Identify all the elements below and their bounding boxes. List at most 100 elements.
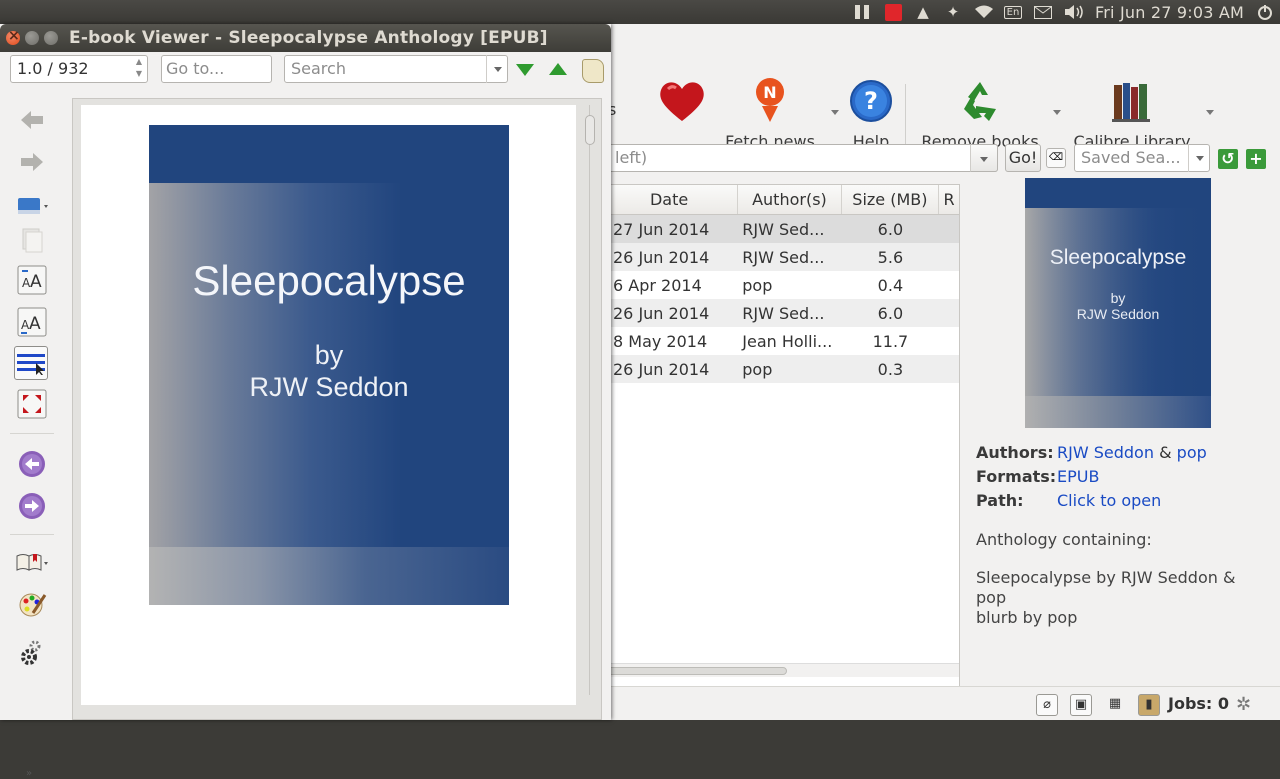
- reference-mode-icon[interactable]: [582, 59, 604, 83]
- author-link[interactable]: pop: [1177, 443, 1207, 462]
- forward-arrow-icon[interactable]: [14, 144, 50, 180]
- author-link[interactable]: RJW Seddon: [1057, 443, 1154, 462]
- book-cover-image: Sleepocalypse by RJW Seddon: [149, 125, 509, 605]
- saved-searches-dropdown[interactable]: [1188, 144, 1210, 172]
- copy-icon[interactable]: [14, 222, 50, 258]
- cell-author: RJW Sed...: [742, 303, 825, 323]
- cell-date: 26 Jun 2014: [613, 303, 710, 323]
- system-top-panel: ▲ ✦ En Fri Jun 27 9:03 AM: [0, 0, 1280, 24]
- gear-icon[interactable]: [14, 636, 50, 672]
- table-row[interactable]: 26 Jun 2014 RJW Sed... 5.6: [601, 243, 959, 271]
- cover-title: Sleepocalypse: [1049, 246, 1187, 269]
- viewer-window-title: E-book Viewer - Sleepocalypse Anthology …: [69, 28, 548, 48]
- cell-size: 6.0: [877, 219, 904, 239]
- table-row[interactable]: 8 May 2014 Jean Holli... 11.7: [601, 327, 959, 355]
- previous-page-icon[interactable]: [14, 446, 50, 482]
- cover-gradient-bottom: [1025, 396, 1211, 428]
- keyboard-layout-indicator[interactable]: En: [1003, 3, 1023, 21]
- spinbox-arrows[interactable]: ▲ ▼: [132, 56, 146, 82]
- viewer-toolbar: 1.0 / 932 ▲ ▼ Go to... Search: [0, 52, 611, 88]
- ebook-viewer-window: E-book Viewer - Sleepocalypse Anthology …: [0, 24, 611, 779]
- path-open-link[interactable]: Click to open: [1057, 491, 1161, 510]
- close-window-button[interactable]: [6, 28, 20, 45]
- mail-icon[interactable]: [1033, 3, 1053, 21]
- recycle-icon: [918, 76, 1042, 126]
- dropbox-icon[interactable]: ✦: [944, 3, 962, 21]
- search-history-dropdown[interactable]: [970, 144, 998, 172]
- cover-by: by: [1110, 290, 1126, 306]
- fetch-news-button[interactable]: N Fetch news: [718, 76, 822, 151]
- cover-gradient-bottom: [149, 547, 509, 605]
- column-header-date[interactable]: Date: [601, 185, 739, 214]
- cell-author: pop: [742, 275, 773, 295]
- table-horizontal-scrollbar[interactable]: [601, 663, 959, 677]
- chevron-down-icon: [494, 67, 502, 72]
- library-search-input[interactable]: left): [608, 144, 998, 172]
- wifi-icon[interactable]: [974, 3, 994, 21]
- book-page-view[interactable]: Sleepocalypse by RJW Seddon: [72, 98, 602, 720]
- column-header-size[interactable]: Size (MB): [842, 185, 940, 214]
- table-row[interactable]: 27 Jun 2014 RJW Sed... 6.0: [601, 215, 959, 243]
- heart-icon: [654, 76, 710, 126]
- page-position-spinbox[interactable]: 1.0 / 932: [10, 55, 148, 83]
- column-header-rating[interactable]: R: [939, 185, 959, 214]
- find-next-icon[interactable]: [516, 64, 534, 76]
- calibre-library-dropdown-arrow[interactable]: [1206, 110, 1214, 115]
- save-search-icon[interactable]: +: [1246, 149, 1266, 169]
- column-header-authors[interactable]: Author(s): [738, 185, 842, 214]
- font-size-larger-icon[interactable]: AA: [14, 262, 50, 298]
- cell-date: 26 Jun 2014: [613, 247, 710, 267]
- font-size-smaller-icon[interactable]: AA: [14, 304, 50, 340]
- pause-icon[interactable]: [852, 3, 872, 21]
- power-icon[interactable]: [1255, 3, 1275, 21]
- table-row[interactable]: 26 Jun 2014 pop 0.3: [601, 355, 959, 383]
- viewer-titlebar[interactable]: E-book Viewer - Sleepocalypse Anthology …: [0, 24, 611, 52]
- bookmarks-icon[interactable]: [14, 544, 50, 580]
- clear-search-icon[interactable]: ⌫: [1046, 148, 1066, 168]
- jobs-indicator[interactable]: Jobs: 0: [1168, 694, 1229, 713]
- cover-grid-icon[interactable]: ▦: [1104, 694, 1126, 716]
- next-page-icon[interactable]: [14, 488, 50, 524]
- remove-books-dropdown-arrow[interactable]: [1053, 110, 1061, 115]
- minimize-window-button[interactable]: [25, 31, 39, 45]
- preferences-palette-icon[interactable]: [14, 586, 50, 622]
- scrollbar-thumb[interactable]: [601, 667, 787, 675]
- copy-search-icon[interactable]: ↺: [1218, 149, 1238, 169]
- viewer-search-input[interactable]: Search: [284, 55, 508, 83]
- svg-text:?: ?: [864, 87, 878, 115]
- maximize-window-button[interactable]: [44, 31, 58, 45]
- drive-icon[interactable]: ▲: [914, 3, 932, 21]
- page-vertical-scrollbar[interactable]: [583, 99, 597, 703]
- spinner-icon: ✲: [1236, 694, 1252, 715]
- table-header: Date Author(s) Size (MB) R: [601, 185, 959, 215]
- cell-date: 6 Apr 2014: [613, 275, 702, 295]
- back-arrow-icon[interactable]: [14, 102, 50, 138]
- record-stop-icon[interactable]: [884, 3, 902, 21]
- donate-button[interactable]: [654, 76, 710, 132]
- table-row[interactable]: 26 Jun 2014 RJW Sed... 6.0: [601, 299, 959, 327]
- cell-author: RJW Sed...: [742, 219, 825, 239]
- toolbar-separator: [10, 433, 54, 434]
- find-previous-icon[interactable]: [549, 63, 567, 75]
- remove-books-button[interactable]: Remove books: [918, 76, 1042, 151]
- calibre-library-button[interactable]: Calibre Library: [1070, 76, 1194, 151]
- book-cover-preview[interactable]: Sleepocalypse by RJW Seddon: [1025, 178, 1211, 428]
- open-ebook-icon[interactable]: [14, 188, 50, 224]
- viewer-search-dropdown[interactable]: [486, 55, 508, 83]
- clock[interactable]: Fri Jun 27 9:03 AM: [1095, 3, 1244, 22]
- scrollbar-thumb[interactable]: [585, 115, 595, 145]
- table-of-contents-icon[interactable]: [14, 346, 48, 380]
- table-row[interactable]: 6 Apr 2014 pop 0.4: [601, 271, 959, 299]
- cover-byline: by RJW Seddon: [149, 339, 509, 403]
- fetch-news-dropdown-arrow[interactable]: [831, 110, 839, 115]
- cover-browser-icon[interactable]: ▮: [1138, 694, 1160, 716]
- go-button[interactable]: Go!: [1005, 144, 1041, 172]
- book-details-toggle-icon[interactable]: ▣: [1070, 694, 1092, 716]
- more-tools-chevron[interactable]: »: [26, 768, 32, 779]
- format-link[interactable]: EPUB: [1057, 467, 1099, 486]
- volume-icon[interactable]: [1062, 3, 1086, 21]
- goto-input[interactable]: Go to...: [161, 55, 272, 83]
- tag-browser-icon[interactable]: ⌀: [1036, 694, 1058, 716]
- fullscreen-icon[interactable]: [14, 386, 50, 422]
- help-button[interactable]: ? Help: [846, 76, 896, 151]
